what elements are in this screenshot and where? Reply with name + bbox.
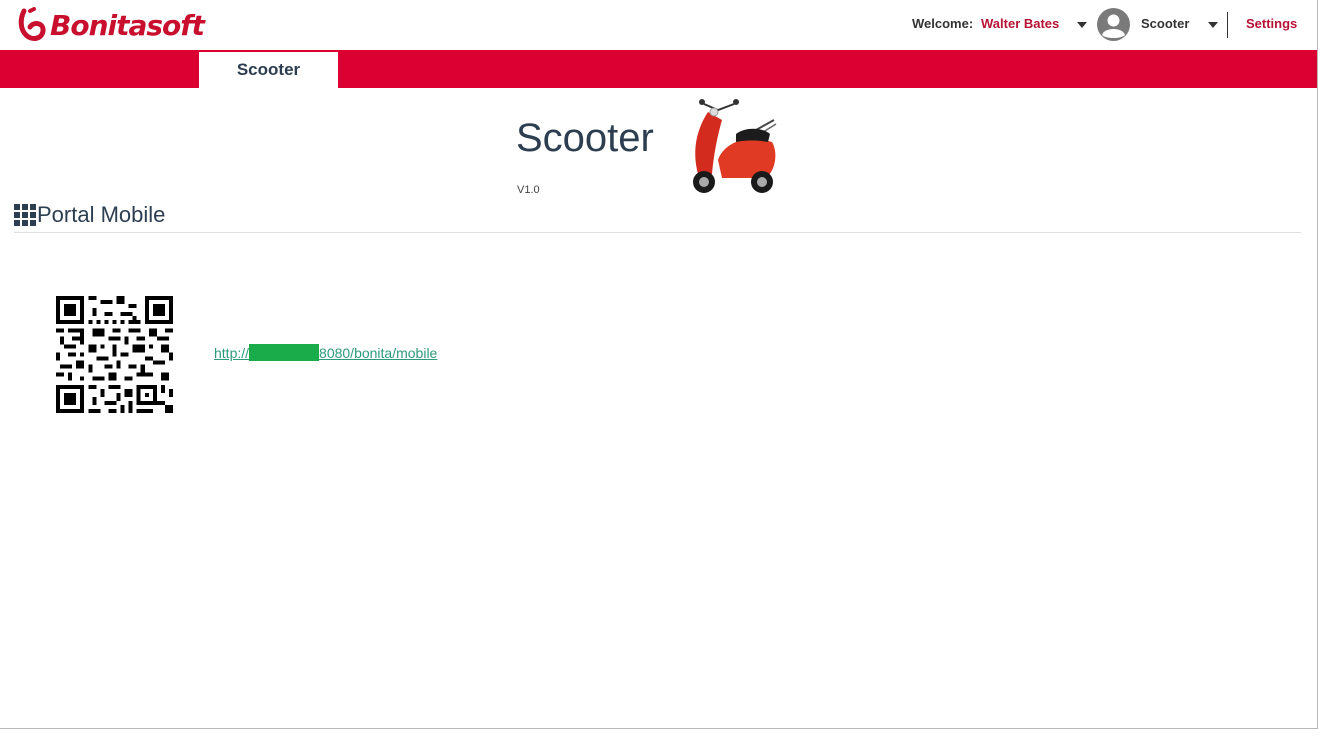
brand-name: Bonitasoft [50, 8, 205, 42]
profile-menu[interactable]: Scooter [1141, 16, 1189, 31]
settings-link[interactable]: Settings [1246, 16, 1297, 31]
qr-code-icon [56, 296, 173, 413]
section-title: Portal Mobile [37, 202, 166, 227]
app-version: V1.0 [517, 184, 540, 196]
link-suffix: 8080/bonita/mobile [319, 345, 438, 361]
tab-label: Scooter [236, 60, 301, 79]
top-header: Bonitasoft Welcome: Walter Bates Scooter… [0, 0, 1317, 50]
app-nav-bar: Scooter [0, 50, 1317, 88]
user-menu-chevron-down-icon[interactable] [1077, 22, 1087, 28]
app-frame [0, 0, 1318, 729]
tab-scooter[interactable]: Scooter [199, 50, 338, 88]
user-name-menu[interactable]: Walter Bates [981, 16, 1059, 31]
profile-menu-chevron-down-icon[interactable] [1208, 22, 1218, 28]
welcome-label: Welcome: [912, 16, 974, 31]
section-divider [14, 232, 1301, 233]
header-divider [1227, 12, 1228, 38]
app-title: Scooter [516, 116, 654, 160]
redacted-host [249, 344, 320, 361]
bonitasoft-logo[interactable]: Bonitasoft [18, 6, 205, 44]
mobile-portal-link[interactable]: http:// 8080/bonita/mobile [214, 344, 437, 361]
scooter-image [693, 99, 777, 193]
link-prefix: http:// [214, 345, 250, 361]
bonitasoft-logo-icon [18, 7, 46, 41]
avatar-icon[interactable] [1097, 8, 1130, 41]
grid-icon [14, 204, 36, 226]
